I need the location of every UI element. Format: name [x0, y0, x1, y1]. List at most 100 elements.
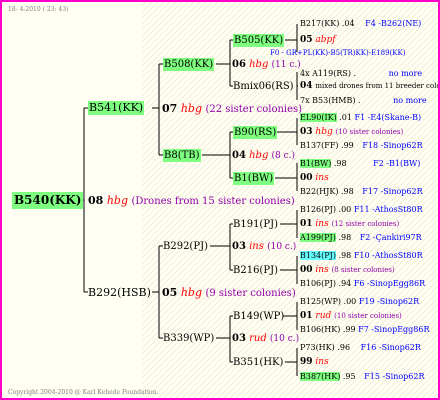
g3-c2-queen[interactable]: B216(PJ): [233, 264, 278, 277]
g3-c1-info: 01 ins (12 sister colonies): [300, 218, 399, 230]
g2-d-queen[interactable]: B339(WP): [163, 332, 214, 345]
root-note: (Drones from 15 sister colonies): [131, 196, 295, 207]
g2-c-mark: ins: [249, 241, 264, 252]
g4-12-id: B125(WP): [300, 297, 341, 306]
root-queen[interactable]: B540(KK): [12, 192, 84, 209]
g3-b1-year: 03: [300, 127, 313, 137]
g3-d1-note: (10 sister colonies): [334, 312, 402, 320]
g2-a-note: (11 c.): [271, 60, 301, 70]
g2-b-note: (8 c.): [271, 151, 296, 161]
g4-10-label: F10 -AthosSt80R: [353, 251, 423, 260]
g4-4-id: EL90(IK): [300, 113, 337, 122]
g2-d-info: 03 rud (10 c.): [232, 332, 299, 346]
g4-9-id: A199(PJ): [300, 233, 336, 242]
g3-a1-info: 05 abpf: [300, 34, 336, 46]
g3-b2-queen[interactable]: B1(BW): [233, 172, 275, 185]
g4-0[interactable]: B217(KK) .04 F4 -B262(NE): [300, 18, 421, 30]
g4-14-label: F16 -Sinop62R: [360, 343, 421, 352]
g4-12-label: F19 -Sinop62R: [358, 297, 420, 306]
g4-1[interactable]: F0 - GR+PL(KK)-B5(TR)KK)-E189(KK): [270, 47, 405, 59]
g3-d1-info: 01 rud (10 sister colonies): [300, 310, 402, 322]
g4-11-label: F6 -SinopEgg86R: [353, 279, 426, 288]
g4-9-val: .98: [338, 233, 352, 242]
g2-a-mark: hbg: [249, 59, 269, 70]
g3-d1-queen[interactable]: B149(WP): [233, 310, 284, 323]
g4-13[interactable]: B106(HK) .99 F7 -SinopEgg86R: [300, 324, 429, 336]
g4-12-val: .00: [343, 297, 357, 306]
g1-upper-mark: hbg: [180, 102, 202, 115]
g2-d-mark: rud: [249, 333, 267, 344]
g4-7[interactable]: B22(HJK) .98 F17 -Sinop62R: [300, 186, 423, 198]
g3-c2-info: 00 ins (8 sister colonies): [300, 264, 395, 276]
g4-9[interactable]: A199(PJ) .98 F2 -Çankiri97R: [300, 232, 422, 244]
g4-5-id: B137(FF): [300, 141, 339, 150]
pedigree-frame: 18- 4-2010 ( 23: 43) Copyright 2004-2010…: [0, 0, 440, 400]
g4-8[interactable]: B126(PJ) .00 F11 -AthosSt80R: [300, 204, 423, 216]
g3-c2-note: (8 sister colonies): [331, 266, 395, 274]
g4-3-val: .: [358, 96, 361, 105]
g3-c1-year: 01: [300, 219, 313, 229]
g4-5[interactable]: B137(FF) .99 F18 -Sinop62R: [300, 140, 423, 152]
g4-11[interactable]: B106(PJ) .94 F6 -SinopEgg86R: [300, 278, 425, 290]
g4-6-label: F2 -B1(BW): [373, 159, 421, 168]
root-mark: hbg: [106, 194, 128, 207]
g4-0-id: B217(KK): [300, 19, 340, 28]
g3-d2-mark: ins: [315, 357, 329, 367]
g3-c1-mark: ins: [315, 219, 329, 229]
g1-lower-year: 05: [162, 286, 178, 299]
g4-7-val: .98: [341, 187, 354, 196]
copyright: Copyright 2004-2010 @ Karl Kehede Founda…: [8, 389, 159, 396]
g4-3[interactable]: 7x B53(HMB) . no more: [300, 95, 427, 107]
g2-b-mark: hbg: [249, 150, 269, 161]
g3-d1-mark: rud: [315, 311, 332, 321]
g3-c1-note: (12 sister colonies): [331, 220, 400, 228]
g4-6[interactable]: B1(BW) .98 F2 -B1(BW): [300, 158, 420, 170]
g2-d-note: (10 c.): [269, 334, 300, 344]
g2-b-info: 04 hbg (8 c.): [232, 149, 295, 163]
g4-10[interactable]: B134(PJ) .98 F10 -AthosSt80R: [300, 250, 423, 262]
g3-b2-mark: ins: [315, 173, 329, 183]
g1-lower-info: 05 hbg (9 sister colonies): [162, 286, 296, 301]
g1-upper-queen[interactable]: B541(KK): [88, 101, 145, 115]
g4-7-id: B22(HJK): [300, 187, 339, 196]
g3-d2-year: 99: [300, 357, 313, 367]
g3-a2-info: 04 mixed drones from 11 breeder colonies: [300, 80, 438, 92]
g2-b-queen[interactable]: B8(TB): [163, 149, 201, 162]
g3-a1-queen[interactable]: B505(KK): [233, 34, 285, 47]
g1-upper-info: 07 hbg (22 sister colonies): [162, 102, 302, 117]
g2-d-year: 03: [232, 333, 246, 344]
g4-10-val: .98: [338, 251, 352, 260]
g4-5-label: F18 -Sinop62R: [362, 141, 423, 150]
g1-upper-year: 07: [162, 102, 178, 115]
g3-a2-queen[interactable]: Bmix06(RS): [233, 80, 294, 93]
g1-lower-queen[interactable]: B292(HSB): [88, 286, 151, 300]
g2-b-year: 04: [232, 150, 246, 161]
g4-13-id: B106(HK): [300, 325, 341, 334]
g4-4[interactable]: EL90(IK) .01 F1 -E4(Skane-B): [300, 112, 421, 124]
g4-0-label: F4 -B262(NE): [365, 19, 422, 28]
g4-12[interactable]: B125(WP) .00 F19 -Sinop62R: [300, 296, 419, 308]
g4-15[interactable]: B387(HK) .95 F15 -Sinop62R: [300, 371, 424, 383]
g4-2[interactable]: 4x A119(RS) . no more: [300, 68, 422, 80]
g4-2-label: no more: [388, 69, 423, 78]
g2-c-queen[interactable]: B292(PJ): [163, 240, 208, 253]
g4-2-id: 4x A119(RS): [300, 69, 351, 78]
g4-15-label: F15 -Sinop62R: [364, 372, 425, 381]
g4-13-val: .99: [342, 325, 356, 334]
g4-9-label: F2 -Çankiri97R: [359, 233, 422, 242]
g3-b1-queen[interactable]: B90(RS): [233, 126, 278, 139]
g4-14[interactable]: P73(HK) .96 F16 -Sinop62R: [300, 342, 421, 354]
g2-a-queen[interactable]: B508(KK): [163, 58, 215, 71]
g3-c1-queen[interactable]: B191(PJ): [233, 218, 278, 231]
g4-7-label: F17 -Sinop62R: [362, 187, 423, 196]
g3-d2-queen[interactable]: B351(HK): [233, 356, 283, 369]
g3-d1-year: 01: [300, 311, 313, 321]
timestamp: 18- 4-2010 ( 23: 43): [8, 6, 69, 13]
root-info: 08 hbg (Drones from 15 sister colonies): [88, 194, 295, 209]
g2-c-info: 03 ins (10 c.): [232, 240, 296, 254]
g4-6-val: .98: [333, 159, 347, 168]
g4-15-id: B387(HK): [300, 372, 341, 381]
g2-a-info: 06 hbg (11 c.): [232, 58, 301, 72]
g4-13-label: F7 -SinopEgg86R: [358, 325, 430, 334]
g4-3-id: 7x B53(HMB): [300, 96, 356, 105]
